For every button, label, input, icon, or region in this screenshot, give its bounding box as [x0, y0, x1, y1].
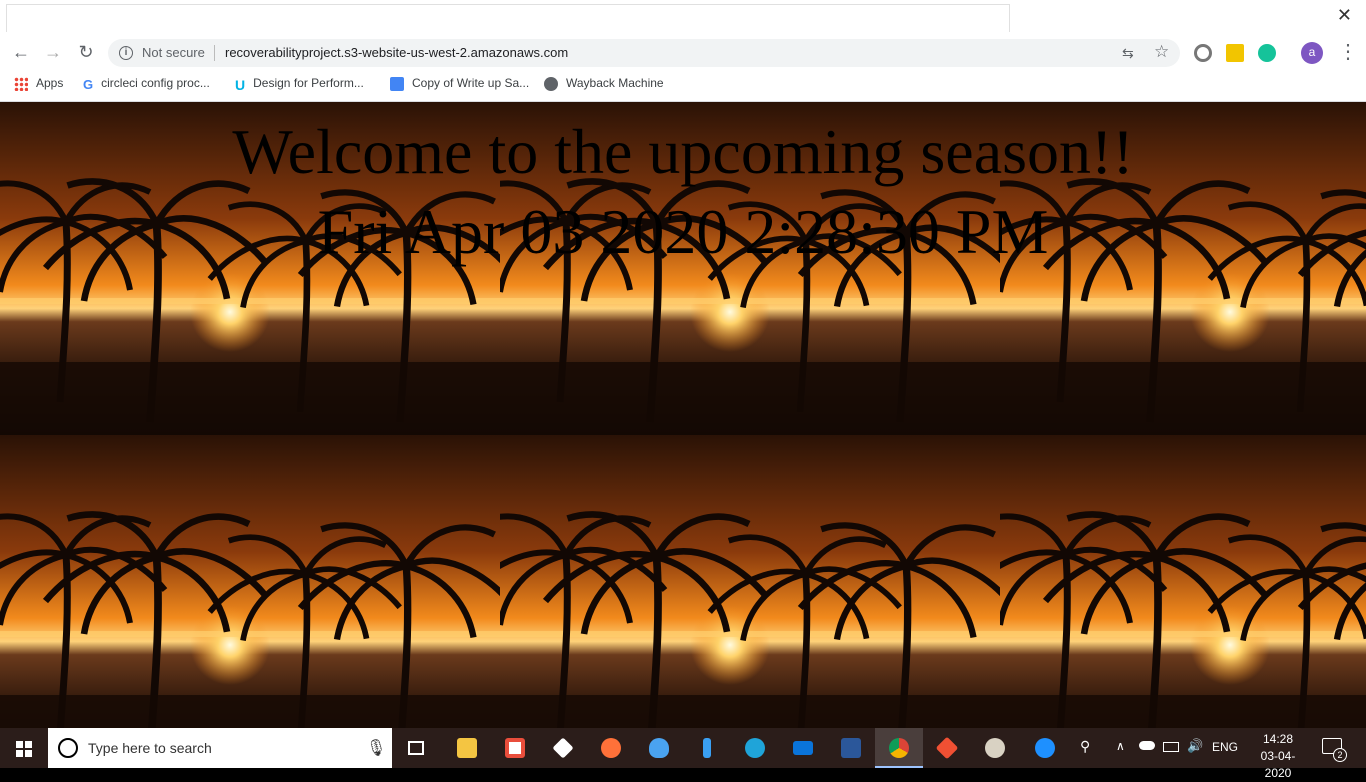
search-placeholder: Type here to search: [88, 740, 212, 756]
help-icon[interactable]: [1021, 728, 1069, 768]
microsoft-store-icon[interactable]: [491, 728, 539, 768]
clock-date: 03-04-2020: [1260, 749, 1296, 780]
sunset-palm-image: [500, 435, 1000, 728]
browser-toolbar: ← → ↻ i Not secure recoverabilityproject…: [0, 36, 1366, 68]
grammarly-icon[interactable]: [1258, 44, 1276, 62]
notification-count-badge: 2: [1333, 748, 1347, 762]
udacity-icon: U: [235, 76, 246, 93]
bookmark-design-for-performance[interactable]: U Design for Perform...: [235, 76, 364, 93]
welcome-heading: Welcome to the upcoming season!!: [232, 116, 1134, 187]
current-datetime: Fri Apr 03 2020 2:28:30 PM: [317, 196, 1049, 267]
chrome-icon[interactable]: [875, 728, 923, 768]
forward-button[interactable]: →: [42, 42, 64, 64]
bookmark-star-icon[interactable]: ☆: [1154, 42, 1169, 62]
task-view-icon[interactable]: [392, 728, 440, 768]
sunset-palm-image: [1000, 435, 1366, 728]
show-hidden-icons-chevron-icon[interactable]: ∧: [1116, 739, 1125, 753]
onedrive-cloud-icon[interactable]: [1139, 741, 1155, 750]
git-icon[interactable]: [923, 728, 971, 768]
browser-menu-icon[interactable]: ⋮: [1338, 42, 1358, 62]
firefox-icon[interactable]: [587, 728, 635, 768]
clock-time: 14:28: [1262, 732, 1294, 746]
windows-logo-icon: [16, 741, 32, 757]
volume-icon[interactable]: 🔊: [1187, 738, 1203, 754]
file-explorer-icon[interactable]: [443, 728, 491, 768]
url-text[interactable]: recoverabilityproject.s3-website-us-west…: [225, 45, 568, 60]
sunset-palm-image: [0, 435, 500, 728]
url-divider: [214, 45, 215, 61]
start-button[interactable]: [0, 728, 48, 768]
paint-icon[interactable]: [971, 728, 1019, 768]
visual-studio-icon[interactable]: [683, 728, 731, 768]
tab-strip[interactable]: [6, 4, 1010, 32]
edge-icon[interactable]: [731, 728, 779, 768]
word-icon[interactable]: [827, 728, 875, 768]
bookmark-apps[interactable]: Apps: [14, 76, 63, 91]
google-docs-icon: [390, 76, 404, 91]
bookmark-write-up[interactable]: Copy of Write up Sa...: [390, 76, 529, 91]
bookmarks-bar: Apps Gcircleci config proc... U Design fo…: [0, 68, 1366, 102]
back-button[interactable]: ←: [10, 42, 32, 64]
mail-icon[interactable]: [779, 728, 827, 768]
system-clock[interactable]: 14:28 03-04-2020: [1248, 731, 1308, 782]
vpn-shield-icon[interactable]: [635, 728, 683, 768]
microphone-icon[interactable]: 🎙: [366, 738, 386, 758]
close-window-icon[interactable]: ✕: [1337, 6, 1352, 24]
browser-title-bar: ✕: [0, 0, 1366, 36]
people-icon[interactable]: ⚲: [1080, 738, 1090, 755]
dropbox-icon[interactable]: [539, 728, 587, 768]
bookmark-wayback-machine[interactable]: Wayback Machine: [544, 76, 664, 91]
cortana-icon: [58, 738, 78, 758]
web-page: Welcome to the upcoming season!! Fri Apr…: [0, 102, 1366, 728]
battery-icon[interactable]: [1163, 742, 1179, 752]
globe-icon: [544, 76, 558, 91]
taskbar-search-box[interactable]: Type here to search 🎙: [48, 728, 392, 768]
sticky-notes-extension-icon[interactable]: [1226, 44, 1244, 62]
reload-button[interactable]: ↻: [75, 42, 97, 64]
address-bar[interactable]: i Not secure recoverabilityproject.s3-we…: [108, 39, 1180, 67]
extension-icon[interactable]: [1194, 44, 1212, 62]
translate-icon[interactable]: ⇆: [1122, 45, 1134, 62]
apps-grid-icon: [14, 76, 28, 91]
language-indicator[interactable]: ENG: [1212, 740, 1238, 754]
windows-taskbar: Type here to search 🎙 ⚲ ∧ 🔊 ENG 14:28 03…: [0, 728, 1366, 780]
google-icon: G: [83, 76, 94, 92]
info-icon[interactable]: i: [119, 46, 133, 60]
security-label[interactable]: Not secure: [142, 45, 205, 60]
bookmark-circleci[interactable]: Gcircleci config proc...: [83, 76, 210, 92]
profile-avatar[interactable]: a: [1301, 42, 1323, 64]
